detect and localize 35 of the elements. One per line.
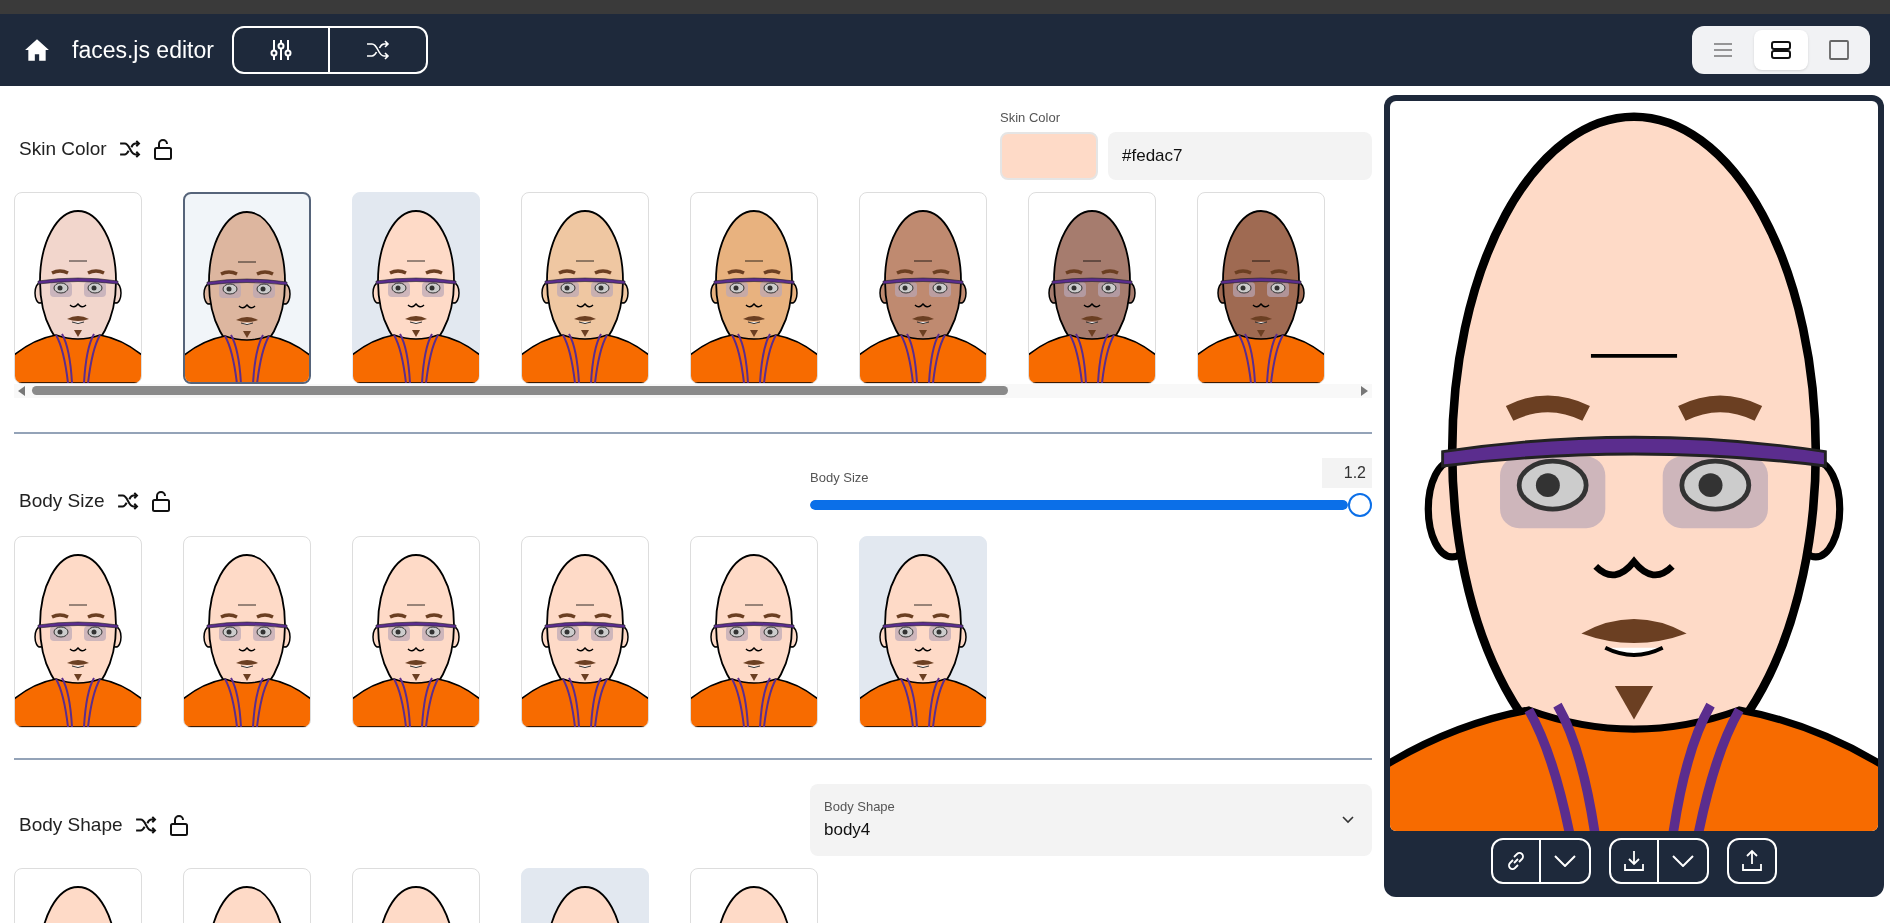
upload-icon [1740,849,1764,873]
scroll-right-arrow-icon[interactable] [1360,385,1368,396]
unlocked-lock-icon[interactable] [168,814,189,837]
chevron-down-icon [1554,855,1576,867]
upload-button[interactable] [1727,838,1777,884]
scroll-left-arrow-icon[interactable] [18,385,26,396]
shuffle-icon[interactable] [118,140,141,159]
app-title: faces.js editor [72,35,214,65]
chevron-down-icon [1342,815,1354,824]
shuffle-icon[interactable] [116,492,139,511]
shuffle-icon [365,40,390,60]
square-icon [1829,40,1849,60]
shuffle-icon[interactable] [134,816,157,835]
chevron-down-icon [1672,855,1694,867]
field-label: Skin Color [1000,109,1061,127]
section-title: Body Shape [19,813,123,837]
home-icon[interactable] [24,38,50,62]
field-label: Body Size [810,469,869,487]
section-title: Body Size [19,489,105,513]
select-value: body4 [824,818,872,841]
unlocked-lock-icon[interactable] [152,138,173,161]
slider-thumb[interactable] [1348,492,1372,517]
slider-value: 1.2 [1322,457,1372,488]
unlocked-lock-icon[interactable] [150,490,171,513]
list-icon [1713,42,1733,58]
download-icon [1622,849,1646,873]
color-swatch[interactable] [1000,131,1098,180]
field-label: Body Shape [824,798,895,816]
rows-icon [1771,41,1791,59]
layout-option[interactable] [1754,30,1808,70]
horizontal-scrollbar[interactable] [14,383,1372,398]
sliders-icon [269,38,292,62]
color-input[interactable]: #fedac7 [1108,131,1372,180]
section-title: Skin Color [19,137,107,161]
body-shape-select[interactable]: Body Shape body4 [810,783,1372,856]
